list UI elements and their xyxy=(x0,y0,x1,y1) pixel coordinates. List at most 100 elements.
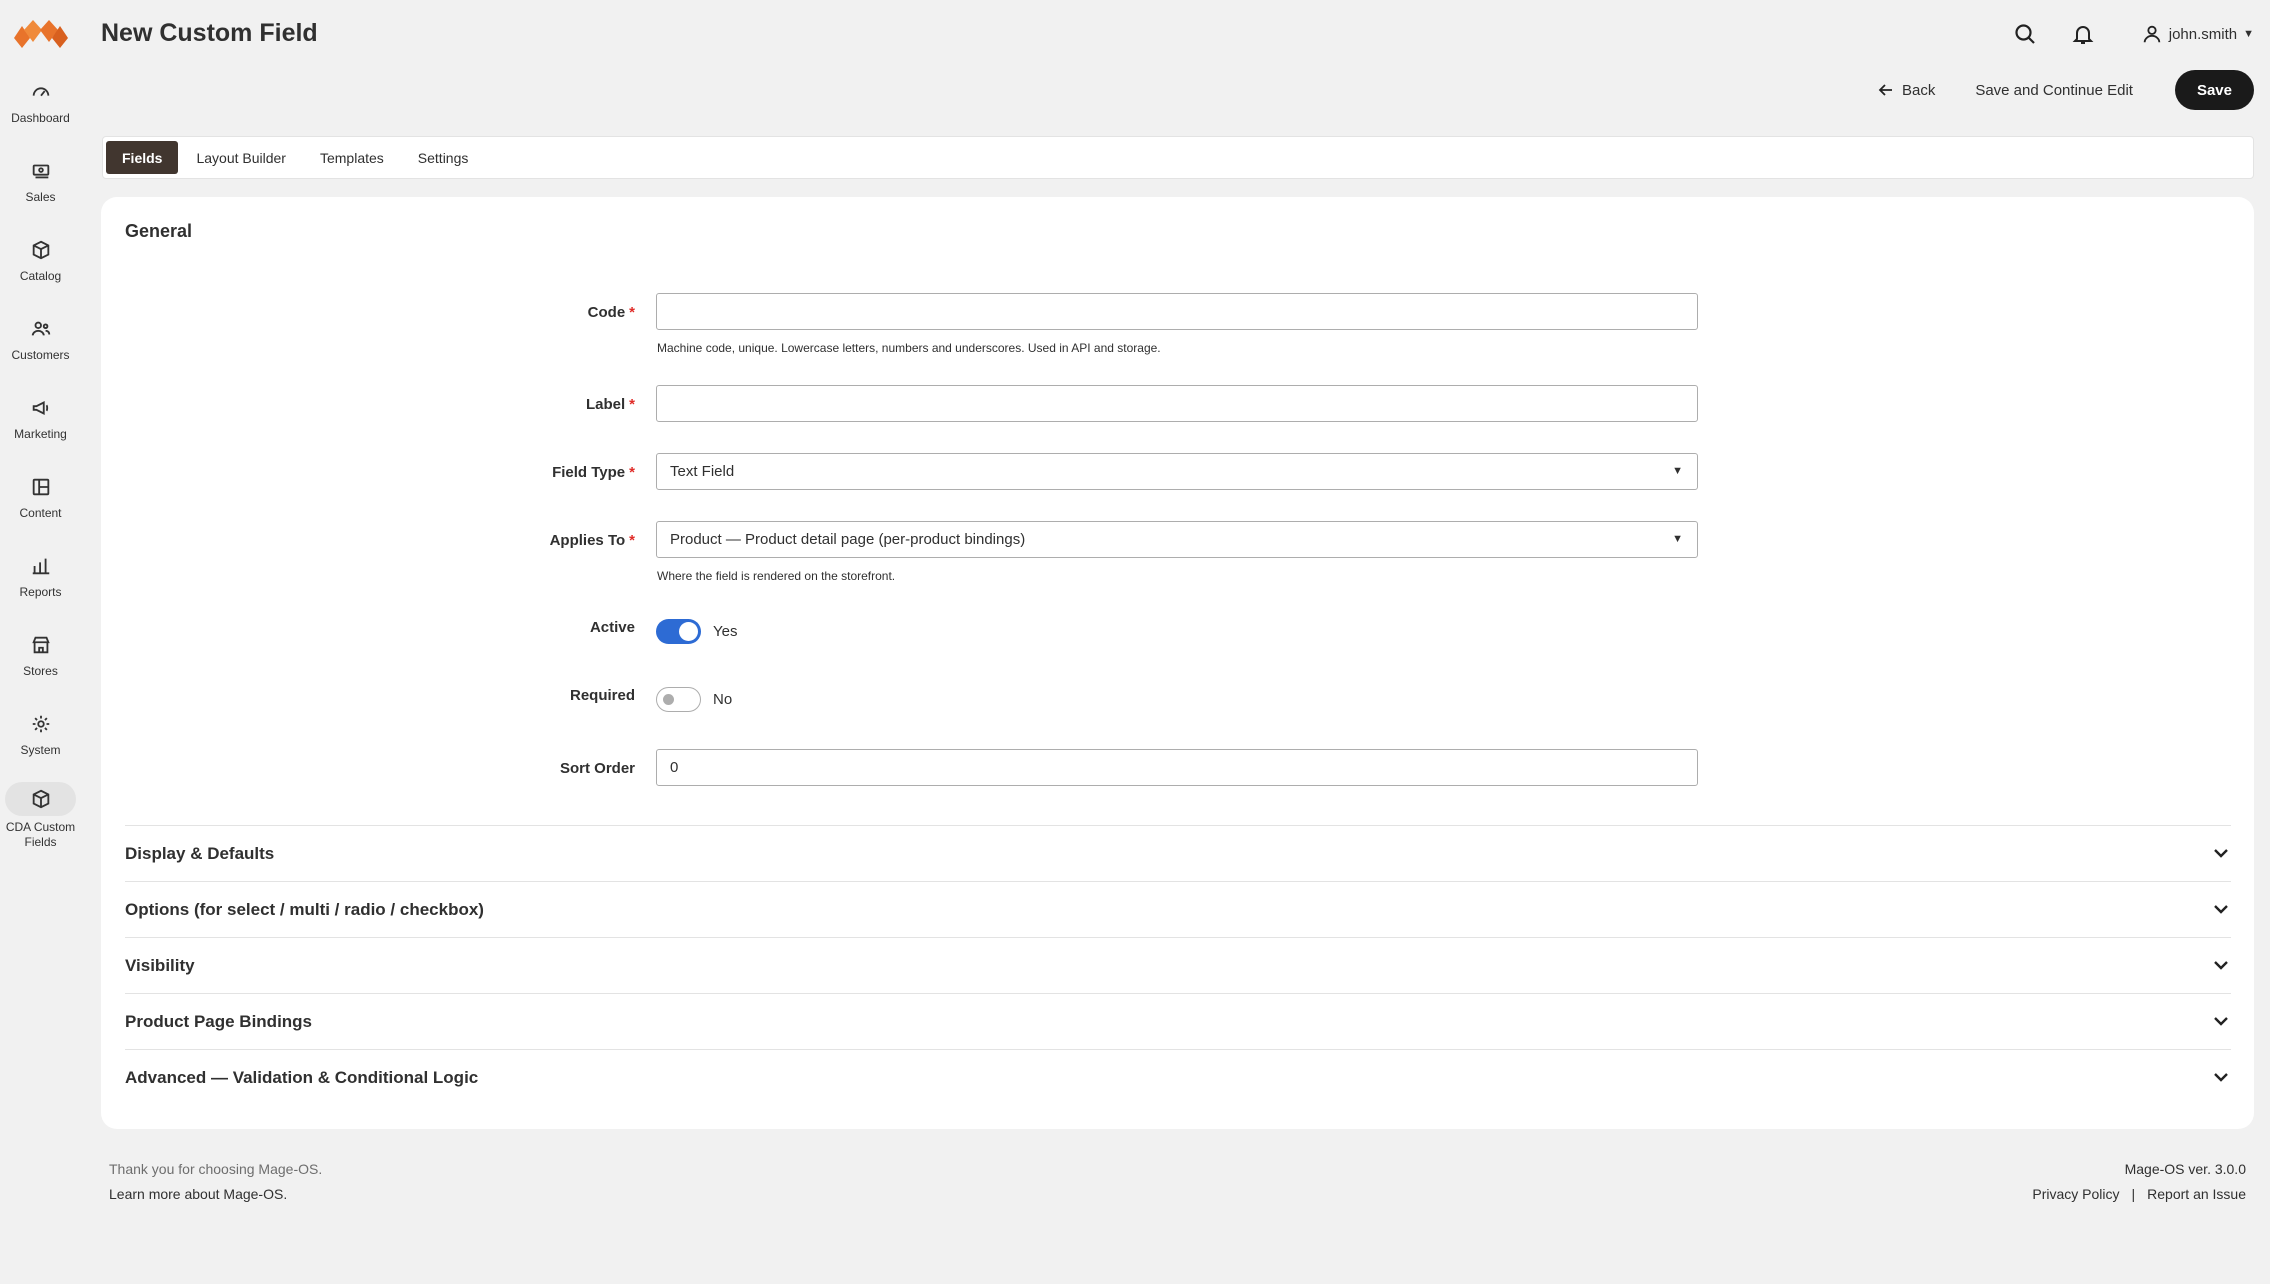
section-visibility[interactable]: Visibility xyxy=(125,937,2231,993)
user-menu[interactable]: john.smith ▼ xyxy=(2141,23,2254,45)
section-product-page-bindings[interactable]: Product Page Bindings xyxy=(125,993,2231,1049)
section-title: Visibility xyxy=(125,955,195,975)
required-marker: * xyxy=(629,304,635,321)
applies-to-hint: Where the field is rendered on the store… xyxy=(657,569,896,583)
header-toolbar: john.smith ▼ xyxy=(2007,16,2254,52)
sidebar-item-label: Content xyxy=(19,506,62,520)
sidebar-item-stores[interactable]: Stores xyxy=(5,625,76,695)
field-label: Code * xyxy=(587,304,635,321)
gauge-icon xyxy=(29,80,53,104)
sidebar-item-label: Reports xyxy=(19,585,62,599)
sidebar-item-cda-custom-fields[interactable]: CDA Custom Fields xyxy=(5,780,76,850)
sidebar-item-sales[interactable]: Sales xyxy=(5,151,76,221)
sidebar-item-label: Dashboard xyxy=(11,111,70,125)
sidebar-item-reports[interactable]: Reports xyxy=(5,546,76,616)
users-icon xyxy=(29,317,53,341)
sidebar-item-label: Sales xyxy=(25,190,56,204)
tab-bar: Fields Layout Builder Templates Settings xyxy=(102,136,2254,179)
caret-down-icon: ▼ xyxy=(2243,28,2254,40)
section-title: Display & Defaults xyxy=(125,843,275,863)
section-title: Options (for select / multi / radio / ch… xyxy=(125,899,484,919)
sidebar-item-label: System xyxy=(20,743,61,757)
form-panel: General Code * Machine code, unique. Lowe… xyxy=(101,197,2254,1129)
tab-settings[interactable]: Settings xyxy=(402,141,485,174)
field-label: Sort Order xyxy=(559,760,635,777)
page-actions: Back Save and Continue Edit Save xyxy=(1858,70,2254,110)
code-hint: Machine code, unique. Lowercase letters,… xyxy=(657,341,1161,355)
learn-more-link[interactable]: Learn more about Mage-OS. xyxy=(109,1186,322,1202)
field-label: Required xyxy=(569,687,635,704)
user-icon xyxy=(2143,25,2160,43)
selected-value: Text Field xyxy=(670,463,735,480)
money-icon xyxy=(29,159,53,183)
footer-thanks: Thank you for choosing Mage-OS. xyxy=(109,1161,323,1177)
label-input[interactable] xyxy=(656,385,1698,422)
section-title-general: General xyxy=(125,221,193,241)
page-title: New Custom Field xyxy=(101,19,318,47)
tab-templates[interactable]: Templates xyxy=(304,141,400,174)
applies-to-select[interactable]: Product — Product detail page (per-produ… xyxy=(656,521,1698,558)
active-toggle[interactable] xyxy=(656,619,701,644)
sort-order-input[interactable] xyxy=(656,749,1698,786)
sidebar-item-marketing[interactable]: Marketing xyxy=(5,388,76,458)
field-label: Applies To * xyxy=(549,532,635,549)
layout-icon xyxy=(29,475,53,499)
chevron-down-icon xyxy=(2214,905,2228,914)
bar-chart-icon xyxy=(29,554,53,578)
field-label: Field Type * xyxy=(552,464,635,481)
save-button[interactable]: Save xyxy=(2174,70,2254,110)
chevron-down-icon xyxy=(2214,1073,2228,1082)
footer-links: Privacy Policy | Report an Issue xyxy=(2032,1186,2246,1202)
search-icon[interactable] xyxy=(2007,16,2043,52)
sidebar-item-dashboard[interactable]: Dashboard xyxy=(5,72,76,142)
sidebar-item-content[interactable]: Content xyxy=(5,467,76,537)
tab-layout-builder[interactable]: Layout Builder xyxy=(180,141,302,174)
sidebar-item-label: CDA Custom Fields xyxy=(5,820,76,849)
toggle-knob xyxy=(663,694,674,705)
required-toggle[interactable] xyxy=(656,687,701,712)
code-input[interactable] xyxy=(656,293,1698,330)
section-title: Advanced — Validation & Conditional Logi… xyxy=(125,1067,479,1087)
section-options[interactable]: Options (for select / multi / radio / ch… xyxy=(125,881,2231,937)
footer-separator: | xyxy=(2131,1186,2136,1202)
sidebar: Dashboard Sales Catalog Customers Market… xyxy=(0,0,81,1284)
chevron-down-icon xyxy=(2214,849,2228,858)
chevron-down-icon xyxy=(2214,1017,2228,1026)
sidebar-item-label: Customers xyxy=(11,348,70,362)
save-continue-button[interactable]: Save and Continue Edit xyxy=(1955,70,2153,110)
box-icon xyxy=(29,238,53,262)
privacy-policy-link[interactable]: Privacy Policy xyxy=(2032,1186,2119,1202)
sidebar-item-catalog[interactable]: Catalog xyxy=(5,230,76,300)
back-button[interactable]: Back xyxy=(1858,70,1955,110)
toggle-knob xyxy=(679,622,698,641)
report-issue-link[interactable]: Report an Issue xyxy=(2147,1186,2246,1202)
megaphone-icon xyxy=(29,396,53,420)
sidebar-item-customers[interactable]: Customers xyxy=(5,309,76,379)
sidebar-item-label: Marketing xyxy=(14,427,67,441)
chevron-down-icon xyxy=(2214,961,2228,970)
back-label: Back xyxy=(1901,81,1936,99)
sidebar-item-label: Catalog xyxy=(19,269,62,283)
box-icon xyxy=(5,782,76,816)
caret-down-icon: ▼ xyxy=(1672,533,1683,545)
store-icon xyxy=(29,633,53,657)
bell-icon[interactable] xyxy=(2065,16,2101,52)
field-label: Active xyxy=(589,619,635,636)
footer-version: Mage-OS ver. 3.0.0 xyxy=(2124,1161,2246,1177)
section-display-defaults[interactable]: Display & Defaults xyxy=(125,825,2231,881)
mage-os-logo[interactable] xyxy=(14,20,68,48)
required-marker: * xyxy=(629,532,635,549)
tab-fields[interactable]: Fields xyxy=(106,141,179,174)
arrow-left-icon xyxy=(1878,84,1892,96)
section-advanced[interactable]: Advanced — Validation & Conditional Logi… xyxy=(125,1049,2231,1105)
footer-left: Thank you for choosing Mage-OS. Learn mo… xyxy=(109,1161,322,1202)
section-title: Product Page Bindings xyxy=(125,1011,313,1031)
required-state: No xyxy=(713,691,733,708)
field-label: Label * xyxy=(585,396,635,413)
username: john.smith xyxy=(2168,25,2238,43)
required-marker: * xyxy=(629,464,635,481)
sidebar-item-system[interactable]: System xyxy=(5,704,76,774)
required-marker: * xyxy=(629,396,635,413)
field-type-select[interactable]: Text Field ▼ xyxy=(656,453,1698,490)
active-state: Yes xyxy=(713,623,738,640)
